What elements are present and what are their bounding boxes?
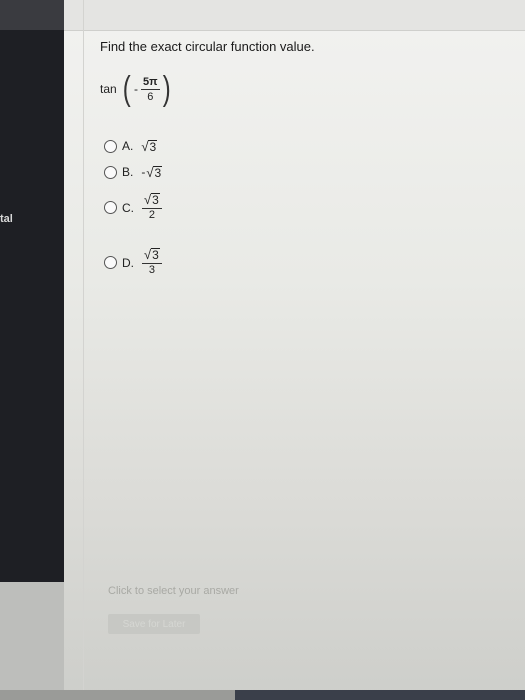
sidebar-label[interactable]: tal — [0, 213, 13, 225]
fraction-denominator: 6 — [147, 90, 154, 103]
option-sign: - — [141, 165, 146, 179]
sqrt-icon: √ — [146, 164, 154, 180]
fraction-numerator: √ 3 — [142, 193, 162, 209]
sqrt-expression: √ 3 — [141, 138, 158, 154]
expression-sign: - — [134, 82, 139, 96]
sqrt-icon: √ — [141, 138, 149, 154]
question-prompt: Find the exact circular function value. — [100, 39, 315, 54]
fraction-denominator: 2 — [148, 209, 155, 221]
fraction-denominator: 3 — [148, 264, 155, 276]
radicand: 3 — [151, 248, 160, 262]
left-paren: ( — [122, 70, 131, 108]
question-panel: Find the exact circular function value. … — [64, 0, 525, 700]
option-c[interactable]: C. √ 3 2 — [104, 193, 162, 222]
radicand: 3 — [148, 139, 158, 154]
instruction-text: Click to select your answer — [108, 585, 239, 597]
function-name: tan — [100, 82, 117, 96]
radio-button[interactable] — [104, 165, 117, 179]
sqrt-expression: √ 3 — [144, 193, 160, 206]
option-b[interactable]: B. - √ 3 — [104, 164, 163, 180]
save-for-later-button[interactable]: Save for Later — [108, 614, 200, 634]
sqrt-icon: √ — [144, 192, 152, 207]
option-fraction: √ 3 3 — [142, 248, 162, 277]
option-letter: B. — [122, 165, 134, 179]
option-fraction: √ 3 2 — [142, 193, 162, 222]
panel-divider — [83, 0, 84, 700]
sidebar: tal — [0, 0, 64, 582]
panel-header — [64, 0, 525, 31]
taskbar — [235, 690, 525, 700]
expression-fraction: 5π 6 — [141, 75, 160, 104]
radio-button[interactable] — [104, 201, 117, 214]
radio-button[interactable] — [104, 139, 117, 153]
sqrt-icon: √ — [144, 247, 152, 262]
radicand: 3 — [151, 193, 160, 207]
radicand: 3 — [153, 165, 163, 180]
sidebar-footer — [0, 582, 64, 700]
sqrt-expression: √ 3 — [146, 164, 163, 180]
fraction-numerator: 5π — [141, 75, 160, 90]
option-d[interactable]: D. √ 3 3 — [104, 248, 162, 277]
sidebar-header — [0, 0, 64, 30]
question-expression: tan ( - 5π 6 ) — [100, 66, 172, 112]
fraction-numerator: √ 3 — [142, 248, 162, 264]
right-paren: ) — [162, 70, 171, 108]
option-letter: C. — [122, 200, 134, 215]
option-letter: D. — [122, 255, 134, 270]
sqrt-expression: √ 3 — [144, 248, 160, 261]
radio-button[interactable] — [104, 256, 117, 269]
option-a[interactable]: A. √ 3 — [104, 138, 158, 154]
option-letter: A. — [122, 139, 134, 153]
